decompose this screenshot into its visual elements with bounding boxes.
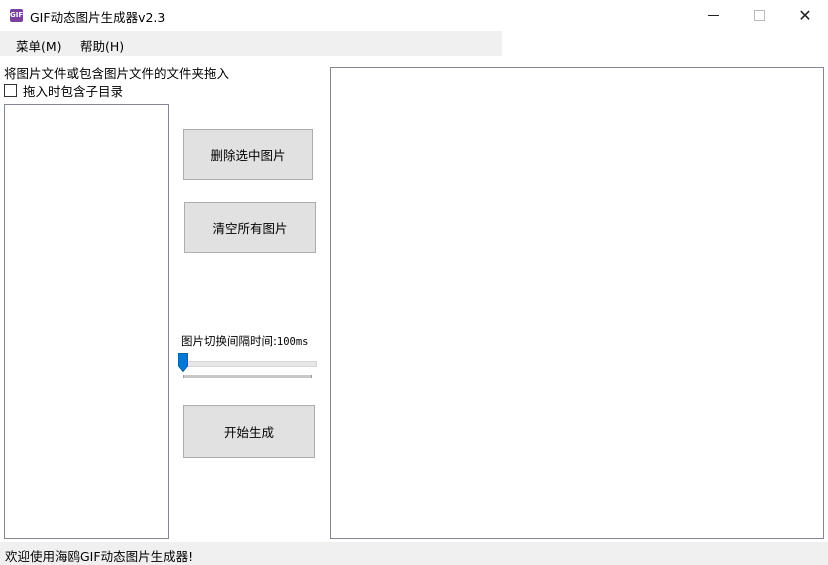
window-title: GIF动态图片生成器v2.3 xyxy=(30,10,166,25)
include-subdirs-option[interactable]: 拖入时包含子目录 xyxy=(4,81,123,100)
menu-bar: 菜单(M) 帮助(H) xyxy=(0,31,502,56)
menu-main[interactable]: 菜单(M) xyxy=(16,36,62,55)
title-bar: GIF GIF动态图片生成器v2.3 ✕ xyxy=(0,0,828,31)
interval-slider-thumb[interactable] xyxy=(178,353,188,372)
drop-hint: 将图片文件或包含图片文件的文件夹拖入 xyxy=(4,66,230,81)
menu-help[interactable]: 帮助(H) xyxy=(80,36,124,55)
close-button[interactable]: ✕ xyxy=(782,0,828,31)
close-icon: ✕ xyxy=(798,6,812,25)
gif-preview-panel xyxy=(330,67,824,539)
status-bar: 欢迎使用海鸥GIF动态图片生成器! xyxy=(0,542,828,565)
image-list[interactable] xyxy=(4,104,169,539)
interval-value: 100ms xyxy=(276,336,309,348)
clear-all-button[interactable]: 清空所有图片 xyxy=(184,202,316,253)
interval-slider-ticks xyxy=(183,375,312,378)
interval-label-text: 图片切换间隔时间: xyxy=(181,334,277,348)
interval-label: 图片切换间隔时间:100ms xyxy=(181,333,308,349)
minimize-button[interactable] xyxy=(690,0,736,31)
status-text: 欢迎使用海鸥GIF动态图片生成器! xyxy=(5,549,194,564)
include-subdirs-label: 拖入时包含子目录 xyxy=(23,84,124,99)
maximize-button[interactable] xyxy=(736,0,782,31)
minimize-icon xyxy=(707,15,719,16)
interval-slider-track[interactable] xyxy=(183,361,317,367)
include-subdirs-checkbox[interactable] xyxy=(4,84,17,97)
maximize-icon xyxy=(753,10,765,21)
start-generate-button[interactable]: 开始生成 xyxy=(183,405,315,458)
app-icon: GIF xyxy=(10,9,23,22)
delete-selected-button[interactable]: 删除选中图片 xyxy=(183,129,313,180)
